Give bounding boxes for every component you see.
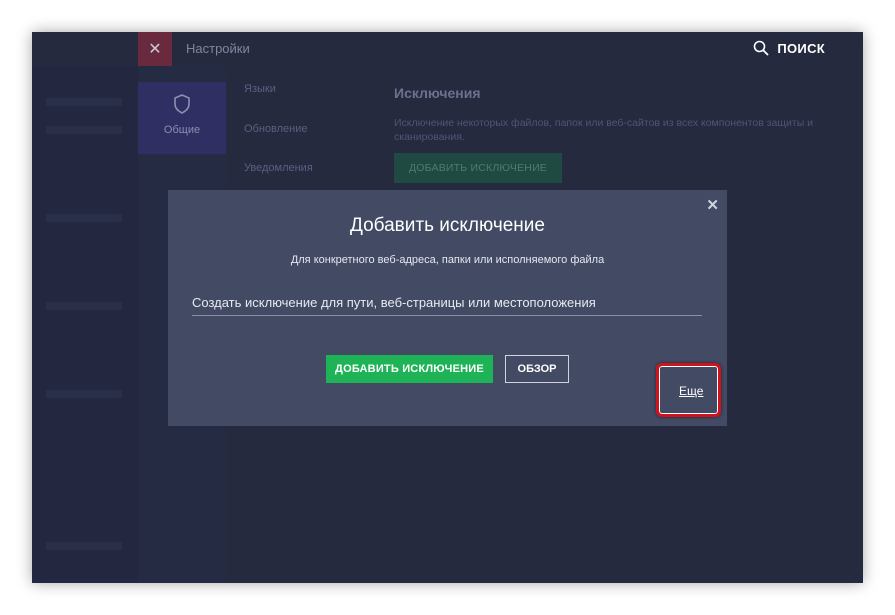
category-general-label: Общие — [163, 124, 201, 136]
search-label: ПОИСК — [777, 40, 825, 56]
exclusion-path-input[interactable] — [192, 294, 702, 316]
sidebar-item[interactable] — [46, 390, 122, 398]
browse-button[interactable]: ОБЗОР — [505, 355, 569, 383]
search-button[interactable]: ПОИСК — [753, 40, 825, 56]
sidebar-item[interactable] — [46, 126, 122, 134]
exclusions-description: Исключение некоторых файлов, папок или в… — [394, 117, 814, 143]
search-icon — [754, 40, 769, 56]
page-title: Настройки — [186, 41, 250, 56]
more-link[interactable]: Еще — [679, 384, 703, 398]
sidebar-item[interactable] — [46, 302, 122, 310]
dialog-title: Добавить исключение — [350, 215, 545, 236]
category-general[interactable]: Общие — [138, 82, 226, 154]
app-window: ✕ Настройки ПОИСК Общие Языки Обновление… — [32, 32, 863, 583]
add-exclusion-background-button[interactable]: ДОБАВИТЬ ИСКЛЮЧЕНИЕ — [394, 153, 562, 183]
menu-item-updates[interactable]: Обновление — [244, 123, 308, 135]
close-icon: ✕ — [148, 41, 162, 58]
sidebar — [32, 66, 138, 583]
sidebar-item[interactable] — [46, 98, 122, 106]
exclusions-heading: Исключения — [394, 85, 481, 101]
shield-icon — [174, 94, 190, 114]
sidebar-item[interactable] — [46, 214, 122, 222]
dialog-subtitle: Для конкретного веб-адреса, папки или ис… — [290, 254, 605, 266]
add-exclusion-dialog: ✕ Добавить исключение Для конкретного ве… — [168, 190, 727, 426]
close-icon[interactable]: ✕ — [706, 196, 719, 214]
top-bar: ✕ Настройки ПОИСК — [32, 32, 863, 66]
menu-item-languages[interactable]: Языки — [244, 83, 276, 95]
close-settings-button[interactable]: ✕ — [138, 32, 172, 66]
menu-item-notifications[interactable]: Уведомления — [244, 162, 313, 174]
sidebar-item[interactable] — [46, 542, 122, 550]
add-exclusion-button[interactable]: ДОБАВИТЬ ИСКЛЮЧЕНИЕ — [326, 355, 493, 383]
